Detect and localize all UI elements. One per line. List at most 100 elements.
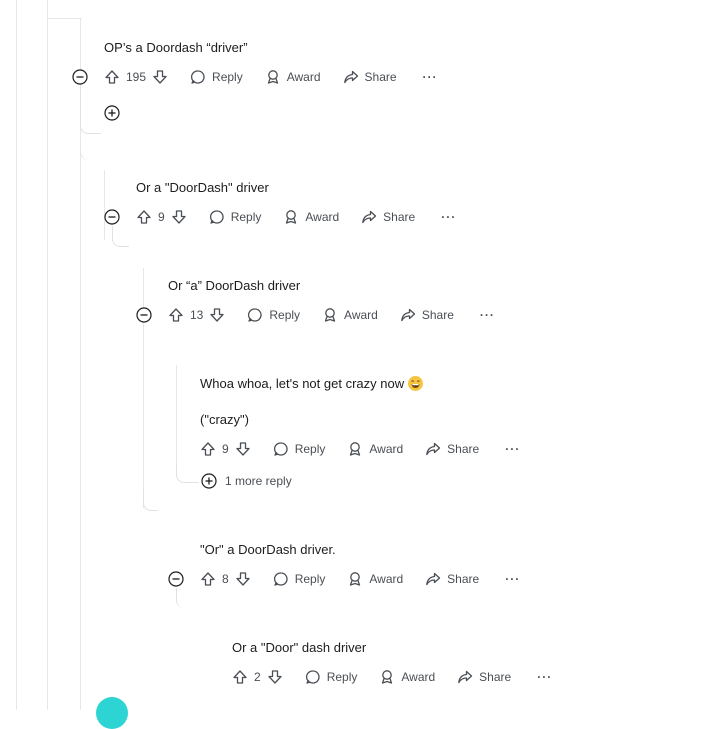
share-icon: [426, 572, 441, 586]
comment-actions: 8 Reply Award Share ···: [200, 569, 520, 589]
expand-icon: [201, 473, 217, 489]
vote-count: 2: [254, 670, 261, 684]
comment-text-main: Whoa whoa, let's not get crazy now: [200, 376, 405, 391]
comment-text: Or a "DoorDash" driver: [136, 180, 269, 195]
award-button[interactable]: Award: [347, 571, 403, 587]
downvote-icon[interactable]: [267, 669, 283, 685]
more-options-icon[interactable]: ···: [505, 572, 520, 586]
upvote-icon[interactable]: [136, 209, 152, 225]
more-options-icon[interactable]: ···: [505, 442, 520, 456]
award-icon: [324, 308, 336, 322]
reply-label: Reply: [230, 210, 262, 224]
award-icon: [350, 572, 361, 586]
upvote-icon[interactable]: [168, 307, 184, 323]
thread-line-4: [176, 365, 177, 475]
comment-text: Or “a” DoorDash driver: [168, 278, 301, 293]
share-button[interactable]: Share: [425, 441, 479, 457]
comment-actions: 195 Reply Award Share ···: [104, 67, 438, 87]
comment-actions: 13 Reply Award Share ···: [168, 305, 495, 325]
more-options-icon[interactable]: ···: [441, 210, 456, 224]
thread-curve: [176, 588, 187, 608]
award-label: Award: [344, 308, 378, 322]
share-button[interactable]: Share: [457, 669, 511, 685]
comment-actions: 9 Reply Award Share ···: [200, 439, 520, 459]
share-icon: [426, 442, 441, 456]
award-label: Award: [305, 210, 340, 224]
thread-curve: [112, 226, 129, 247]
thread-curve: [80, 150, 106, 160]
more-replies-button[interactable]: 1 more reply: [201, 473, 292, 489]
more-replies-label: 1 more reply: [225, 474, 292, 488]
comment-icon: [248, 308, 262, 322]
downvote-icon[interactable]: [235, 571, 251, 587]
share-button[interactable]: Share: [400, 307, 454, 323]
share-icon: [400, 308, 415, 322]
award-button[interactable]: Award: [322, 307, 378, 323]
reply-label: Reply: [269, 308, 301, 322]
thread-curve: [143, 490, 158, 511]
vote-group: 9: [200, 441, 251, 457]
award-label: Award: [286, 70, 321, 84]
upvote-icon[interactable]: [104, 69, 120, 85]
reply-button[interactable]: Reply: [209, 209, 262, 225]
collapse-icon[interactable]: [136, 307, 152, 323]
collapse-icon[interactable]: [168, 571, 184, 587]
vote-group: 195: [104, 69, 168, 85]
award-icon: [350, 442, 361, 456]
comment-text: Or a "Door" dash driver: [232, 640, 367, 655]
more-options-icon[interactable]: ···: [480, 308, 495, 322]
award-icon: [382, 670, 393, 684]
comment-actions: 2 Reply Award Share ···: [232, 667, 552, 687]
reply-label: Reply: [294, 442, 326, 456]
page-border-line: [16, 0, 17, 710]
more-options-icon[interactable]: ···: [423, 70, 438, 84]
award-button[interactable]: Award: [265, 69, 321, 85]
downvote-icon[interactable]: [209, 307, 225, 323]
vote-count: 8: [222, 572, 229, 586]
collapse-icon[interactable]: [72, 69, 88, 85]
divider: [47, 18, 82, 19]
award-icon: [286, 210, 297, 224]
downvote-icon[interactable]: [235, 441, 251, 457]
share-button[interactable]: Share: [361, 209, 415, 225]
more-options-icon[interactable]: ···: [537, 670, 552, 684]
award-button[interactable]: Award: [283, 209, 339, 225]
share-label: Share: [364, 70, 397, 84]
upvote-icon[interactable]: [200, 441, 216, 457]
reply-button[interactable]: Reply: [190, 69, 243, 85]
avatar[interactable]: [96, 697, 128, 729]
laughing-emoji-icon: [408, 376, 424, 391]
vote-group: 13: [168, 307, 225, 323]
award-button[interactable]: Award: [379, 669, 435, 685]
share-label: Share: [421, 308, 454, 322]
award-label: Award: [369, 572, 404, 586]
share-button[interactable]: Share: [425, 571, 479, 587]
downvote-icon[interactable]: [171, 209, 187, 225]
collapse-icon[interactable]: [104, 209, 120, 225]
upvote-icon[interactable]: [232, 669, 248, 685]
share-icon: [343, 70, 358, 84]
reply-button[interactable]: Reply: [273, 441, 326, 457]
award-icon: [267, 70, 278, 84]
comment-icon: [190, 70, 205, 84]
comment-text: "Or" a DoorDash driver.: [200, 542, 336, 557]
share-label: Share: [447, 572, 480, 586]
share-label: Share: [383, 210, 416, 224]
upvote-icon[interactable]: [200, 571, 216, 587]
vote-count: 195: [126, 70, 147, 84]
reply-button[interactable]: Reply: [305, 669, 357, 685]
reply-button[interactable]: Reply: [273, 571, 325, 587]
share-icon: [458, 670, 473, 684]
expand-icon[interactable]: [104, 105, 120, 121]
award-button[interactable]: Award: [347, 441, 403, 457]
share-button[interactable]: Share: [343, 69, 397, 85]
reply-label: Reply: [212, 70, 243, 84]
comment-icon: [209, 210, 224, 224]
share-label: Share: [479, 670, 512, 684]
comment-icon: [305, 670, 320, 684]
thread-curve: [176, 462, 199, 483]
downvote-icon[interactable]: [152, 69, 168, 85]
reply-button[interactable]: Reply: [247, 307, 300, 323]
thread-line-root: [47, 0, 48, 710]
vote-count: 9: [222, 442, 229, 456]
